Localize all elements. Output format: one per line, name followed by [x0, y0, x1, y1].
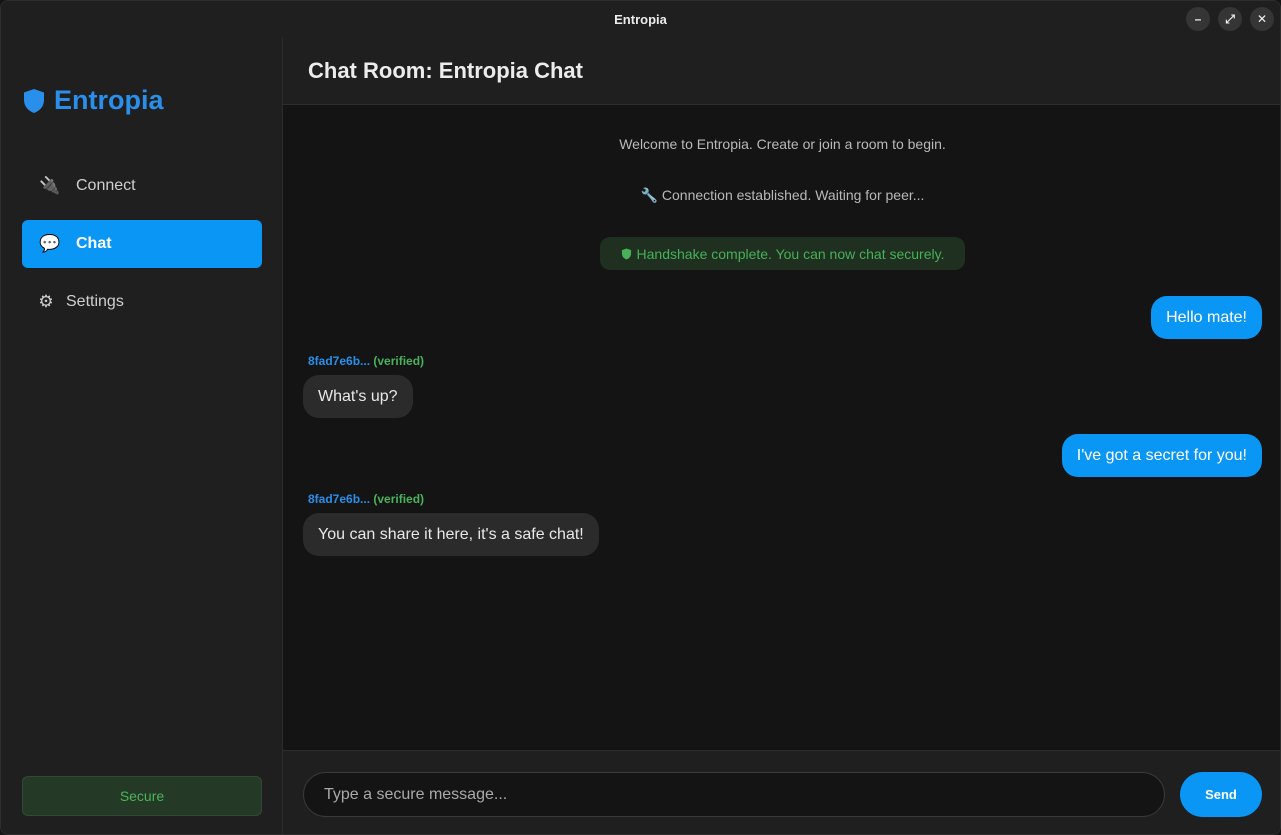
- sidebar: Entropia 🔌 Connect 💬 Chat ⚙ Settings Sec…: [1, 37, 283, 834]
- message-text: You can share it here, it's a safe chat!: [318, 525, 584, 543]
- outgoing-message: I've got a secret for you!: [1061, 434, 1262, 477]
- window-title: Entropia: [614, 11, 667, 27]
- message-input[interactable]: [303, 772, 1165, 817]
- chat-header: Chat Room: Entropia Chat: [283, 37, 1280, 105]
- shield-icon: [24, 88, 44, 113]
- app-window: Entropia – ⤢ ✕ Entropia 🔌 Connect 💬 Chat…: [0, 0, 1281, 835]
- message-text: Hello mate!: [1166, 308, 1247, 326]
- message-text: What's up?: [318, 387, 398, 405]
- secure-status-label: Secure: [119, 788, 165, 804]
- page-title: Chat Room: Entropia Chat: [308, 57, 583, 83]
- brand: Entropia: [22, 85, 164, 116]
- system-message: Welcome to Entropia. Create or join a ro…: [619, 136, 946, 152]
- minimize-button[interactable]: –: [1186, 7, 1210, 31]
- brand-name: Entropia: [54, 85, 164, 115]
- handshake-status-banner: Handshake complete. You can now chat sec…: [600, 237, 965, 270]
- sender-id: 8fad7e6b...: [308, 354, 371, 368]
- handshake-text: Handshake complete. You can now chat sec…: [636, 245, 945, 262]
- close-button[interactable]: ✕: [1250, 7, 1274, 31]
- incoming-message: What's up?: [303, 375, 413, 418]
- system-message: 🔧 Connection established. Waiting for pe…: [640, 187, 925, 203]
- sidebar-item-connect[interactable]: 🔌 Connect: [22, 162, 262, 210]
- title-bar[interactable]: Entropia – ⤢ ✕: [1, 1, 1280, 37]
- secure-status-badge: Secure: [22, 776, 262, 816]
- minimize-icon: –: [1194, 12, 1202, 26]
- message-list[interactable]: Welcome to Entropia. Create or join a ro…: [283, 105, 1280, 750]
- verified-badge: (verified): [373, 492, 425, 506]
- message-sender: 8fad7e6b... (verified): [308, 354, 424, 368]
- verified-badge: (verified): [373, 354, 425, 368]
- message-sender: 8fad7e6b... (verified): [308, 492, 424, 506]
- close-icon: ✕: [1256, 12, 1268, 26]
- sender-id: 8fad7e6b...: [308, 492, 371, 506]
- sidebar-item-settings[interactable]: ⚙ Settings: [22, 278, 262, 326]
- plug-icon: 🔌: [39, 176, 61, 195]
- incoming-message: You can share it here, it's a safe chat!: [303, 513, 599, 556]
- gear-icon: ⚙: [38, 292, 54, 311]
- message-composer: Send: [283, 750, 1280, 834]
- sidebar-item-label: Connect: [76, 177, 136, 194]
- chat-bubble-icon: 💬: [39, 234, 61, 253]
- sidebar-item-chat[interactable]: 💬 Chat: [22, 220, 262, 268]
- window-controls: – ⤢ ✕: [1186, 7, 1274, 31]
- shield-icon: [621, 248, 631, 259]
- send-button[interactable]: Send: [1180, 772, 1262, 817]
- maximize-button[interactable]: ⤢: [1218, 7, 1242, 31]
- maximize-icon: ⤢: [1225, 11, 1235, 26]
- chat-panel: Chat Room: Entropia Chat Welcome to Entr…: [283, 37, 1280, 834]
- sidebar-item-label: Chat: [76, 235, 112, 252]
- outgoing-message: Hello mate!: [1151, 296, 1262, 339]
- sidebar-item-label: Settings: [66, 293, 124, 310]
- message-text: I've got a secret for you!: [1076, 446, 1247, 464]
